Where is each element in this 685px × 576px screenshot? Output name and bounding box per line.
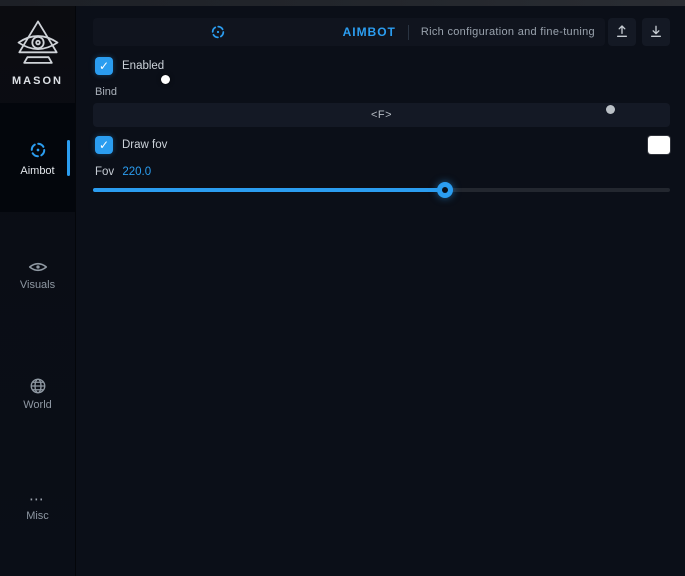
page-title: AIMBOT <box>343 25 396 39</box>
ellipsis-icon: ⋯ <box>0 494 75 506</box>
bind-label: Bind <box>95 86 117 98</box>
sidebar-item-label: Misc <box>0 510 75 522</box>
crosshair-icon <box>210 24 226 40</box>
fov-slider-fill <box>93 188 445 192</box>
draw-fov-label: Draw fov <box>122 136 167 154</box>
sidebar: MASON Aimbot Visuals World <box>0 6 76 576</box>
check-icon: ✓ <box>99 60 109 72</box>
drag-dot <box>606 105 615 114</box>
sidebar-item-world[interactable]: World <box>0 377 75 411</box>
main-content: AIMBOT Rich configuration and fine-tunin… <box>76 6 685 576</box>
eye-pyramid-icon <box>12 18 64 72</box>
bind-input[interactable]: <F> <box>93 103 670 127</box>
upload-icon <box>614 24 630 40</box>
check-icon: ✓ <box>99 139 109 151</box>
header-divider <box>408 25 409 40</box>
draw-fov-checkbox[interactable]: ✓ <box>95 136 113 154</box>
page-subtitle: Rich configuration and fine-tuning <box>421 26 595 38</box>
sidebar-item-label: Aimbot <box>0 165 75 177</box>
brand-logo: MASON <box>0 18 75 87</box>
sidebar-item-visuals[interactable]: Visuals <box>0 259 75 291</box>
enabled-checkbox[interactable]: ✓ <box>95 57 113 75</box>
crosshair-icon <box>28 140 48 160</box>
mouse-cursor-dot <box>161 75 170 84</box>
sidebar-item-aimbot[interactable]: Aimbot <box>0 103 75 212</box>
fov-slider-handle[interactable] <box>437 182 453 198</box>
sidebar-item-label: World <box>0 399 75 411</box>
export-config-button[interactable] <box>608 18 636 46</box>
fov-value-row: Fov 220.0 <box>95 166 151 178</box>
sidebar-item-misc[interactable]: ⋯ Misc <box>0 494 75 522</box>
eye-icon <box>28 259 48 275</box>
import-config-button[interactable] <box>642 18 670 46</box>
enabled-label: Enabled <box>122 57 164 75</box>
app-window: MASON Aimbot Visuals World <box>0 0 685 576</box>
fov-slider[interactable] <box>93 188 670 192</box>
fov-value: 220.0 <box>122 166 151 178</box>
active-tab-indicator <box>67 140 70 176</box>
sidebar-item-label: Visuals <box>0 279 75 291</box>
globe-icon <box>29 377 47 395</box>
fov-label: Fov <box>95 166 114 178</box>
slider-handle-dot <box>442 187 448 193</box>
draw-fov-color-swatch[interactable] <box>648 136 670 154</box>
brand-name: MASON <box>0 75 75 87</box>
bind-value: <F> <box>371 109 392 121</box>
page-header: AIMBOT Rich configuration and fine-tunin… <box>93 18 605 46</box>
download-icon <box>648 24 664 40</box>
